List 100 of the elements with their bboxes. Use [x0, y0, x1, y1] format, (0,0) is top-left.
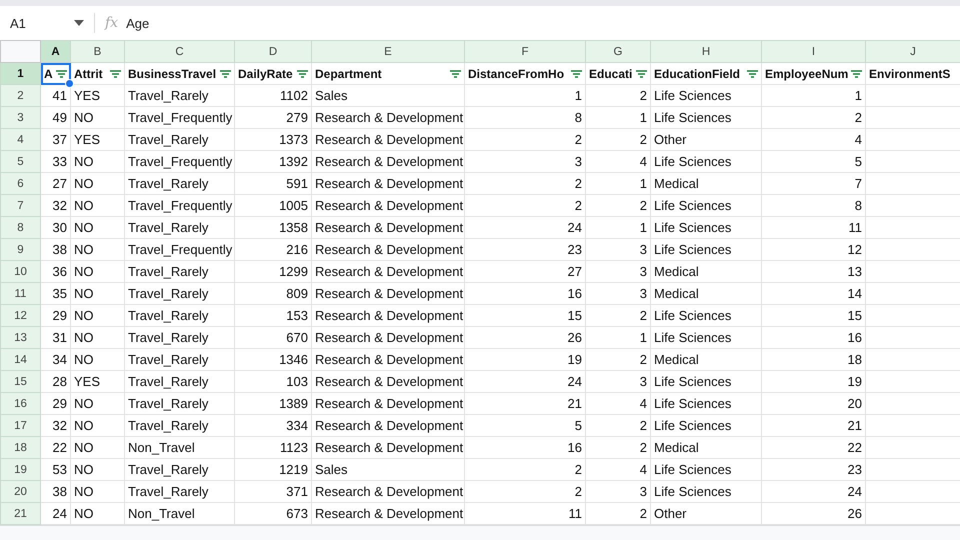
filter-icon[interactable] [636, 70, 647, 78]
filter-icon[interactable] [747, 70, 758, 78]
row-header[interactable]: 21 [0, 502, 40, 524]
column-header[interactable]: H [650, 40, 762, 62]
table-cell: 7 [762, 172, 866, 194]
table-cell: 2 [586, 414, 650, 436]
table-cell: Travel_Rarely [124, 326, 234, 348]
table-cell: Other [650, 128, 762, 150]
row-header[interactable]: 6 [0, 172, 40, 194]
row-header[interactable]: 7 [0, 194, 40, 216]
header-cell[interactable]: EducationField [650, 62, 762, 84]
fill-handle[interactable] [65, 79, 74, 88]
table-cell: NO [70, 326, 124, 348]
filter-icon[interactable] [56, 70, 67, 78]
table-cell: 591 [234, 172, 312, 194]
table-cell: NO [70, 392, 124, 414]
table-cell: 1 [586, 216, 650, 238]
column-header[interactable]: E [312, 40, 464, 62]
table-cell: NO [70, 304, 124, 326]
table-cell: 3 [586, 260, 650, 282]
column-header[interactable]: G [586, 40, 650, 62]
table-cell: 5 [464, 414, 586, 436]
table-cell: 279 [234, 106, 312, 128]
column-header[interactable]: A [40, 40, 70, 62]
table-cell: 28 [40, 370, 70, 392]
row-header[interactable]: 9 [0, 238, 40, 260]
table-cell: Research & Development [312, 128, 464, 150]
header-cell[interactable]: BusinessTravel [124, 62, 234, 84]
filter-icon[interactable] [110, 70, 121, 78]
filter-icon[interactable] [851, 70, 862, 78]
table-cell: 31 [40, 326, 70, 348]
table-cell: 3 [586, 480, 650, 502]
table-cell: Life Sciences [650, 392, 762, 414]
row-header[interactable]: 8 [0, 216, 40, 238]
column-header[interactable]: I [762, 40, 866, 62]
row-header[interactable]: 11 [0, 282, 40, 304]
table-cell: Research & Development [312, 282, 464, 304]
filter-icon[interactable] [297, 70, 308, 78]
column-header[interactable]: F [464, 40, 586, 62]
table-cell: 2 [586, 84, 650, 106]
table-cell: 32 [40, 414, 70, 436]
table-cell: Medical [650, 436, 762, 458]
table-cell: 2 [464, 458, 586, 480]
column-header[interactable]: D [234, 40, 312, 62]
table-cell: Research & Development [312, 370, 464, 392]
column-header[interactable]: B [70, 40, 124, 62]
caret-icon[interactable] [74, 20, 84, 26]
row-header[interactable]: 3 [0, 106, 40, 128]
filter-icon[interactable] [220, 70, 231, 78]
header-cell[interactable]: Educati [586, 62, 650, 84]
table-cell: Travel_Rarely [124, 348, 234, 370]
table-cell: Research & Development [312, 172, 464, 194]
header-cell[interactable]: DistanceFromHo [464, 62, 586, 84]
row-header[interactable]: 4 [0, 128, 40, 150]
table-cell: Research & Development [312, 150, 464, 172]
table-cell: Research & Development [312, 414, 464, 436]
table-cell: Travel_Rarely [124, 458, 234, 480]
table-cell: 216 [234, 238, 312, 260]
row-header[interactable]: 18 [0, 436, 40, 458]
table-cell: NO [70, 458, 124, 480]
table-cell: Travel_Rarely [124, 128, 234, 150]
table-cell: 26 [464, 326, 586, 348]
header-cell[interactable]: EmployeeNum [762, 62, 866, 84]
table-cell: NO [70, 480, 124, 502]
header-cell[interactable]: DailyRate [234, 62, 312, 84]
table-cell: 3 [586, 282, 650, 304]
table-cell: Life Sciences [650, 414, 762, 436]
table-cell: 1373 [234, 128, 312, 150]
table-cell: 15 [762, 304, 866, 326]
row-header[interactable]: 1 [0, 62, 40, 84]
row-header[interactable]: 17 [0, 414, 40, 436]
row-header[interactable]: 14 [0, 348, 40, 370]
table-cell: Research & Development [312, 304, 464, 326]
row-header[interactable]: 10 [0, 260, 40, 282]
row-header[interactable]: 19 [0, 458, 40, 480]
table-cell: 371 [234, 480, 312, 502]
header-cell[interactable]: Department [312, 62, 464, 84]
table-cell: 8 [464, 106, 586, 128]
table-cell: Travel_Rarely [124, 414, 234, 436]
formula-field[interactable]: Age [126, 16, 150, 30]
table-cell: 1358 [234, 216, 312, 238]
filter-icon[interactable] [571, 70, 582, 78]
filter-icon[interactable] [450, 70, 461, 78]
row-header[interactable]: 20 [0, 480, 40, 502]
row-header[interactable]: 5 [0, 150, 40, 172]
row-header[interactable]: 13 [0, 326, 40, 348]
table-cell: Travel_Frequently [124, 150, 234, 172]
table-cell: 1123 [234, 436, 312, 458]
column-header[interactable]: J [866, 40, 960, 62]
table-cell: Travel_Rarely [124, 172, 234, 194]
row-header[interactable]: 15 [0, 370, 40, 392]
table-cell: 29 [40, 392, 70, 414]
name-box[interactable]: A1 [10, 16, 74, 30]
column-header[interactable]: C [124, 40, 234, 62]
table-cell: Life Sciences [650, 150, 762, 172]
table-cell: Research & Development [312, 216, 464, 238]
table-cell: 4 [586, 150, 650, 172]
row-header[interactable]: 16 [0, 392, 40, 414]
row-header[interactable]: 2 [0, 84, 40, 106]
row-header[interactable]: 12 [0, 304, 40, 326]
